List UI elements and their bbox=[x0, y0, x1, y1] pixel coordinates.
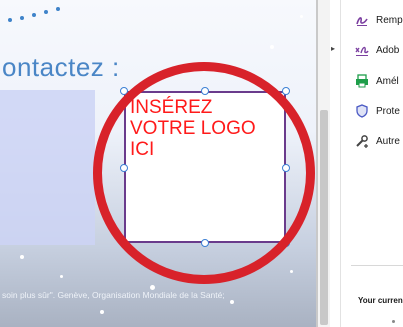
footer-citation: soin plus sûr". Genève, Organisation Mon… bbox=[2, 290, 225, 300]
tool-more-tools[interactable]: Autre bbox=[355, 132, 400, 150]
fill-sign-icon bbox=[355, 13, 369, 27]
protect-icon bbox=[355, 104, 369, 118]
resize-handle-bottom[interactable] bbox=[201, 239, 209, 247]
blue-panel bbox=[0, 90, 95, 245]
snow-decoration bbox=[100, 310, 104, 314]
document-canvas[interactable]: ontactez : INSÉREZ VOTRE LOGO ICI soin p… bbox=[0, 0, 316, 327]
decorative-dots bbox=[8, 6, 68, 24]
tool-adobe-sign[interactable]: Adob bbox=[355, 41, 399, 59]
expand-pane-icon[interactable]: ▸ bbox=[331, 44, 339, 54]
logo-placeholder[interactable]: INSÉREZ VOTRE LOGO ICI bbox=[124, 91, 286, 243]
snow-decoration bbox=[300, 15, 303, 18]
enhance-scans-icon bbox=[355, 74, 369, 88]
snow-decoration bbox=[270, 45, 274, 49]
resize-handle-top-right[interactable] bbox=[282, 87, 290, 95]
resize-handle-top[interactable] bbox=[201, 87, 209, 95]
scroll-indicator bbox=[392, 320, 395, 323]
adobe-sign-icon bbox=[355, 43, 369, 57]
current-plan-label: Your curren bbox=[358, 296, 403, 305]
snow-decoration bbox=[60, 275, 63, 278]
pane-separator bbox=[351, 265, 403, 266]
resize-handle-right[interactable] bbox=[282, 164, 290, 172]
snow-decoration bbox=[290, 270, 293, 273]
resize-handle-left[interactable] bbox=[120, 164, 128, 172]
logo-placeholder-text: INSÉREZ VOTRE LOGO ICI bbox=[130, 97, 256, 160]
scrollbar-thumb[interactable] bbox=[320, 110, 328, 325]
tool-protect[interactable]: Prote bbox=[355, 102, 400, 120]
contact-heading: ontactez : bbox=[2, 52, 120, 82]
resize-handle-bottom-right[interactable] bbox=[282, 239, 290, 247]
resize-handle-bottom-left[interactable] bbox=[120, 239, 128, 247]
more-tools-icon bbox=[355, 134, 369, 148]
snow-decoration bbox=[20, 255, 24, 259]
snow-decoration bbox=[230, 300, 234, 304]
resize-handle-top-left[interactable] bbox=[120, 87, 128, 95]
tool-enhance-scans[interactable]: Amél bbox=[355, 72, 399, 90]
tools-pane: Remp Adob Amél Prote Autre bbox=[340, 0, 403, 327]
tool-fill-sign[interactable]: Remp bbox=[355, 11, 403, 29]
